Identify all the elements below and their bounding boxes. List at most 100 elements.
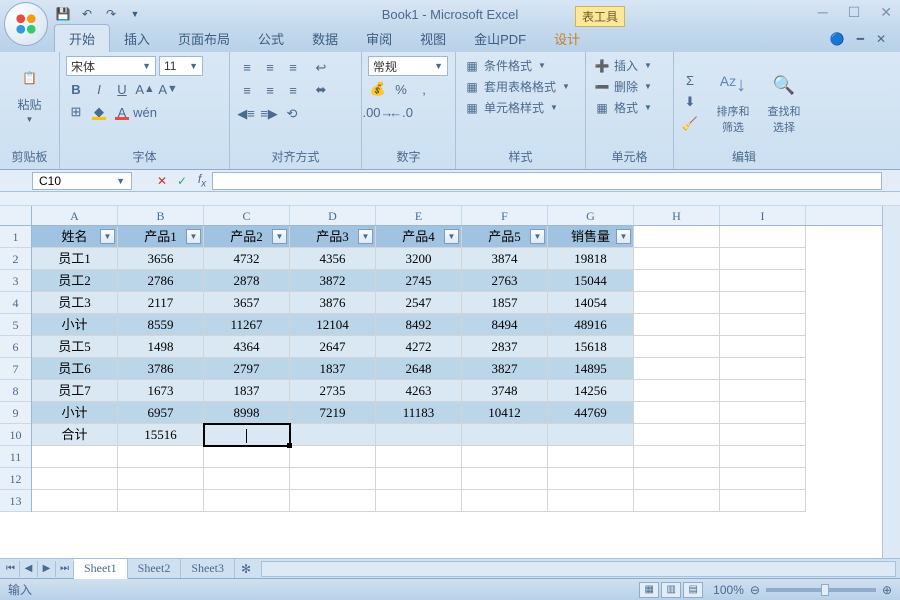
cell-B1[interactable]: 产品1▼ (118, 226, 204, 248)
cell-E8[interactable]: 4263 (376, 380, 462, 402)
cell-F9[interactable]: 10412 (462, 402, 548, 424)
cell-B2[interactable]: 3656 (118, 248, 204, 270)
cell-F3[interactable]: 2763 (462, 270, 548, 292)
cell-B7[interactable]: 3786 (118, 358, 204, 380)
cell-styles-button[interactable]: ▦单元格样式▼ (462, 98, 579, 117)
cell-I1[interactable] (720, 226, 806, 248)
close-button[interactable]: ✕ (880, 4, 892, 21)
orientation-button[interactable]: ⟲ (282, 104, 302, 124)
row-header-4[interactable]: 4 (0, 292, 31, 314)
grow-font-button[interactable]: A▲ (135, 79, 155, 99)
row-header-8[interactable]: 8 (0, 380, 31, 402)
cell-D9[interactable]: 7219 (290, 402, 376, 424)
cell-B3[interactable]: 2786 (118, 270, 204, 292)
cell-C3[interactable]: 2878 (204, 270, 290, 292)
wrap-text-button[interactable]: ↩ (311, 58, 331, 78)
cell-E12[interactable] (376, 468, 462, 490)
cell-H13[interactable] (634, 490, 720, 512)
column-header-I[interactable]: I (720, 206, 806, 225)
table-format-button[interactable]: ▦套用表格格式▼ (462, 77, 579, 96)
border-button[interactable]: ⊞ (66, 102, 86, 122)
row-header-11[interactable]: 11 (0, 446, 31, 468)
view-pagebreak-button[interactable]: ▤ (683, 582, 703, 598)
row-header-5[interactable]: 5 (0, 314, 31, 336)
cell-A2[interactable]: 员工1 (32, 248, 118, 270)
horizontal-scrollbar[interactable] (261, 561, 896, 577)
cell-G8[interactable]: 14256 (548, 380, 634, 402)
cell-I13[interactable] (720, 490, 806, 512)
cell-E5[interactable]: 8492 (376, 314, 462, 336)
vertical-scrollbar[interactable] (882, 206, 900, 558)
column-header-C[interactable]: C (204, 206, 290, 225)
row-header-6[interactable]: 6 (0, 336, 31, 358)
help-icon[interactable]: 🔵 (830, 32, 845, 46)
save-icon[interactable]: 💾 (54, 5, 72, 23)
redo-icon[interactable]: ↷ (102, 5, 120, 23)
sheet-nav-prev[interactable]: ◀ (20, 561, 38, 577)
cell-I5[interactable] (720, 314, 806, 336)
cell-C6[interactable]: 4364 (204, 336, 290, 358)
tab-home[interactable]: 开始 (54, 24, 110, 52)
filter-dropdown-E[interactable]: ▼ (444, 229, 459, 244)
cell-E11[interactable] (376, 446, 462, 468)
cell-E7[interactable]: 2648 (376, 358, 462, 380)
filter-dropdown-A[interactable]: ▼ (100, 229, 115, 244)
phonetic-button[interactable]: wén (135, 102, 155, 122)
cell-C12[interactable] (204, 468, 290, 490)
cell-D6[interactable]: 2647 (290, 336, 376, 358)
sheet-nav-next[interactable]: ▶ (38, 561, 56, 577)
font-color-button[interactable]: A (112, 102, 132, 122)
cell-B10[interactable]: 15516 (118, 424, 204, 446)
cell-I10[interactable] (720, 424, 806, 446)
sheet-nav-first[interactable]: ⏮ (2, 561, 20, 577)
filter-dropdown-G[interactable]: ▼ (616, 229, 631, 244)
comma-button[interactable]: , (414, 79, 434, 99)
column-header-G[interactable]: G (548, 206, 634, 225)
cell-B13[interactable] (118, 490, 204, 512)
cell-H9[interactable] (634, 402, 720, 424)
filter-dropdown-D[interactable]: ▼ (358, 229, 373, 244)
fill-button[interactable]: ⬇ (680, 92, 700, 112)
cell-B11[interactable] (118, 446, 204, 468)
cell-A5[interactable]: 小计 (32, 314, 118, 336)
cell-F8[interactable]: 3748 (462, 380, 548, 402)
cell-E9[interactable]: 11183 (376, 402, 462, 424)
cell-A1[interactable]: 姓名▼ (32, 226, 118, 248)
cell-B8[interactable]: 1673 (118, 380, 204, 402)
cell-G12[interactable] (548, 468, 634, 490)
cell-E3[interactable]: 2745 (376, 270, 462, 292)
cell-A10[interactable]: 合计 (32, 424, 118, 446)
cell-B5[interactable]: 8559 (118, 314, 204, 336)
cell-A8[interactable]: 员工7 (32, 380, 118, 402)
cell-D2[interactable]: 4356 (290, 248, 376, 270)
cell-A9[interactable]: 小计 (32, 402, 118, 424)
sheet-tab-2[interactable]: Sheet2 (128, 559, 182, 578)
cell-B12[interactable] (118, 468, 204, 490)
italic-button[interactable]: I (89, 79, 109, 99)
view-layout-button[interactable]: ▥ (661, 582, 681, 598)
cell-F6[interactable]: 2837 (462, 336, 548, 358)
tab-formulas[interactable]: 公式 (244, 25, 298, 52)
align-right[interactable]: ≡ (282, 79, 304, 101)
paste-button[interactable]: 📋 粘贴 ▼ (8, 56, 52, 130)
office-button[interactable] (4, 2, 48, 46)
fill-color-button[interactable]: ◆ (89, 102, 109, 122)
cell-D7[interactable]: 1837 (290, 358, 376, 380)
zoom-in-button[interactable]: ⊕ (882, 583, 892, 597)
tab-pdf[interactable]: 金山PDF (460, 25, 540, 52)
cell-E4[interactable]: 2547 (376, 292, 462, 314)
cell-H10[interactable] (634, 424, 720, 446)
view-normal-button[interactable]: ▦ (639, 582, 659, 598)
row-header-9[interactable]: 9 (0, 402, 31, 424)
cell-F12[interactable] (462, 468, 548, 490)
autosum-button[interactable]: Σ (680, 70, 700, 90)
cell-F5[interactable]: 8494 (462, 314, 548, 336)
shrink-font-button[interactable]: A▼ (158, 79, 178, 99)
find-select-button[interactable]: 🔍 查找和 选择 (760, 67, 808, 137)
cell-F7[interactable]: 3827 (462, 358, 548, 380)
column-header-A[interactable]: A (32, 206, 118, 225)
insert-cells-button[interactable]: ➕插入▼ (592, 56, 667, 75)
minimize-button[interactable]: ─ (818, 4, 828, 21)
align-top-right[interactable]: ≡ (282, 56, 304, 78)
cell-F13[interactable] (462, 490, 548, 512)
